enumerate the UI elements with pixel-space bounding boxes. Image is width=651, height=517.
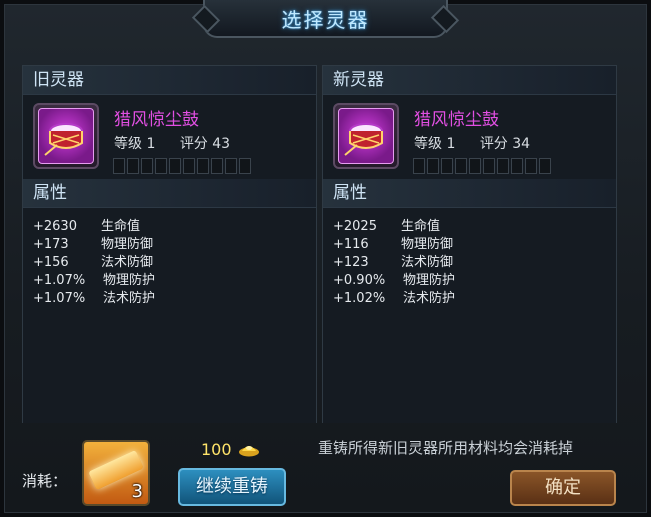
gem-slot [197,158,209,174]
attr-row: +116 物理防御 [333,236,616,254]
attr-name: 法术防御 [101,255,154,270]
attr-value: +2630 [33,219,77,234]
drum-icon [338,108,394,164]
old-item-gem-slots [113,158,251,174]
new-item-row: 猎风惊尘鼓 等级 1 评分 34 [323,95,616,179]
gem-slot [469,158,481,174]
title-plate: 选择灵器 [203,0,448,38]
attr-name: 物理防护 [103,273,156,288]
attr-row: +1.07% 法术防护 [33,290,316,308]
old-item-row: 猎风惊尘鼓 等级 1 评分 43 [23,95,316,179]
gem-slot [225,158,237,174]
attr-value: +0.90% [333,273,386,288]
attr-value: +123 [333,255,369,270]
attr-row: +156 法术防御 [33,254,316,272]
material-slot[interactable]: 3 [82,440,150,506]
attr-name: 物理防护 [403,273,456,288]
new-item-icon-slot[interactable] [333,103,399,169]
gem-slot [183,158,195,174]
attr-value: +2025 [333,219,377,234]
gem-slot [169,158,181,174]
attr-value: +173 [33,237,69,252]
gem-slot [141,158,153,174]
attr-value: +1.02% [333,291,386,306]
gem-slot [511,158,523,174]
attr-name: 生命值 [101,219,141,234]
gem-slot [427,158,439,174]
attr-row: +1.07% 物理防护 [33,272,316,290]
old-item-score: 评分 43 [179,136,231,152]
new-item-gem-slots [413,158,551,174]
dialog-title: 选择灵器 [281,7,370,32]
drum-icon [38,108,94,164]
attr-name: 物理防御 [401,237,454,252]
gem-slot [539,158,551,174]
attr-row: +2025 生命值 [333,218,616,236]
new-item-header: 新灵器 [323,66,616,95]
attr-row: +0.90% 物理防护 [333,272,616,290]
old-item-level: 等级 1 [114,136,156,152]
attr-name: 物理防御 [101,237,154,252]
gem-slot [413,158,425,174]
attr-value: +156 [33,255,69,270]
attr-value: +116 [333,237,369,252]
gold-ingot-icon [239,446,259,457]
new-item-stats: 等级 1 评分 34 [414,133,550,153]
gold-cost: 100 [201,440,232,459]
new-item-level: 等级 1 [414,136,456,152]
attr-row: +123 法术防御 [333,254,616,272]
gem-slot [497,158,509,174]
new-attr-header: 属性 [323,179,616,208]
old-item-header: 旧灵器 [23,66,316,95]
gem-slot [525,158,537,174]
material-count: 3 [131,481,143,502]
attr-value: +1.07% [33,273,86,288]
cost-label: 消耗： [22,472,68,490]
gem-slot [441,158,453,174]
old-item-name: 猎风惊尘鼓 [114,110,199,130]
attr-name: 生命值 [401,219,441,234]
new-attr-list: +2025 生命值 +116 物理防御 +123 法术防御 +0.90% 物理防护 +1… [323,208,616,423]
old-attr-header: 属性 [23,179,316,208]
new-item-score: 评分 34 [479,136,531,152]
reforge-notice: 重铸所得新旧灵器所用材料均会消耗掉 [318,439,574,457]
attr-name: 法术防御 [401,255,454,270]
attr-name: 法术防护 [403,291,456,306]
new-item-name: 猎风惊尘鼓 [414,110,499,130]
old-item-icon-slot[interactable] [33,103,99,169]
gem-slot [483,158,495,174]
attr-row: +1.02% 法术防护 [333,290,616,308]
gem-slot [113,158,125,174]
old-attr-list: +2630 生命值 +173 物理防御 +156 法术防御 +1.07% 物理防护 +1… [23,208,316,423]
confirm-button[interactable]: 确定 [510,470,616,506]
attr-name: 法术防护 [103,291,156,306]
old-item-panel: 旧灵器 猎风惊尘鼓 等级 1 评分 43 属性 +2630 生命值 +173 物… [22,65,317,423]
gem-slot [239,158,251,174]
attr-row: +173 物理防御 [33,236,316,254]
continue-reforge-button[interactable]: 继续重铸 [178,468,286,506]
gem-slot [211,158,223,174]
attr-value: +1.07% [33,291,86,306]
new-item-panel: 新灵器 猎风惊尘鼓 等级 1 评分 34 属性 +2025 生命值 +116 物… [322,65,617,423]
attr-row: +2630 生命值 [33,218,316,236]
gem-slot [455,158,467,174]
old-item-stats: 等级 1 评分 43 [114,133,250,153]
gem-slot [127,158,139,174]
gem-slot [155,158,167,174]
